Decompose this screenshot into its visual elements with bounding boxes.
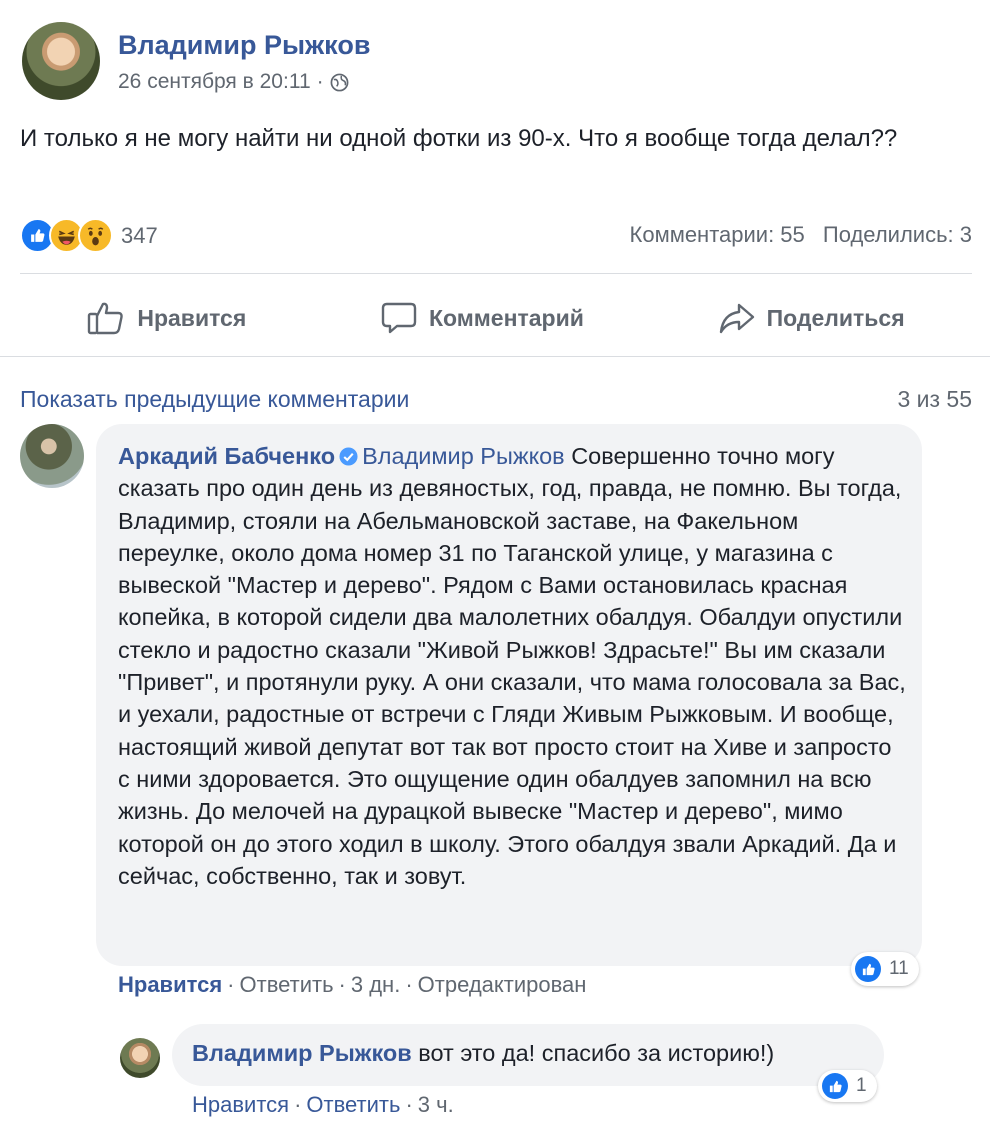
- verified-badge-icon: [339, 447, 358, 466]
- globe-icon[interactable]: [330, 73, 349, 92]
- post-action-bar: Нравится Комментарий Поделиться: [20, 294, 972, 342]
- divider: [20, 273, 972, 274]
- section-divider: [0, 356, 990, 357]
- comment-body: Аркадий Бабченко Владимир Рыжков Совершен…: [118, 440, 908, 892]
- reply-actions: Нравится · Ответить · 3 ч.: [192, 1092, 454, 1117]
- author-avatar[interactable]: [22, 22, 100, 100]
- reply-body: Владимир Рыжков вот это да! спасибо за и…: [192, 1040, 774, 1067]
- reply-like-count: 1: [856, 1075, 867, 1096]
- like-button[interactable]: Нравится: [87, 300, 246, 336]
- comment-button-label: Комментарий: [428, 304, 584, 331]
- wow-icon: [78, 218, 113, 253]
- comment-reaction-count[interactable]: 11: [851, 952, 919, 986]
- comment-button[interactable]: Комментарий: [381, 301, 584, 335]
- share-button-label: Поделиться: [766, 304, 905, 331]
- comment-like-count: 11: [889, 958, 909, 979]
- like-icon: [855, 956, 881, 982]
- share-button[interactable]: Поделиться: [719, 302, 905, 334]
- post-author-name[interactable]: Владимир Рыжков: [118, 30, 370, 61]
- speech-bubble-icon: [381, 302, 417, 334]
- post-counts: Комментарии: 55 Поделились: 3: [630, 222, 972, 248]
- reply-age[interactable]: 3 ч.: [418, 1092, 454, 1117]
- post-timestamp[interactable]: 26 сентября в 20:11: [118, 70, 311, 94]
- reactions-summary[interactable]: 347: [20, 218, 158, 253]
- comment-text: Совершенно точно могу сказать про один д…: [118, 443, 906, 889]
- reply-reply-button[interactable]: Ответить: [306, 1092, 400, 1117]
- like-icon: [822, 1073, 848, 1099]
- mention-tag[interactable]: Владимир Рыжков: [362, 443, 565, 469]
- comment-age[interactable]: 3 дн.: [351, 972, 400, 997]
- reply-reaction-count[interactable]: 1: [818, 1070, 877, 1102]
- share-arrow-icon: [719, 303, 754, 334]
- comments-range: 3 из 55: [897, 386, 972, 412]
- comment-like-button[interactable]: Нравится: [118, 972, 222, 997]
- comment-reply-button[interactable]: Ответить: [240, 972, 334, 997]
- commenter-name[interactable]: Аркадий Бабченко: [118, 443, 335, 469]
- like-button-label: Нравится: [137, 304, 247, 331]
- reply-text: вот это да! спасибо за историю!): [418, 1040, 775, 1066]
- commenter-avatar[interactable]: [20, 424, 84, 488]
- post-text: И только я не могу найти ни одной фотки …: [20, 125, 898, 152]
- show-previous-comments-link[interactable]: Показать предыдущие комментарии: [20, 386, 409, 413]
- reply-author-name[interactable]: Владимир Рыжков: [192, 1040, 412, 1066]
- meta-separator: ·: [316, 70, 324, 93]
- comment-actions: Нравится · Ответить · 3 дн. · Отредактирован: [118, 972, 587, 997]
- reply-like-button[interactable]: Нравится: [192, 1092, 289, 1117]
- thumbs-up-icon: [88, 302, 124, 335]
- comment-edited-label[interactable]: Отредактирован: [418, 972, 587, 997]
- shares-count[interactable]: Поделились: 3: [823, 222, 972, 247]
- reply-avatar[interactable]: [120, 1038, 160, 1078]
- post-meta: 26 сентября в 20:11 ·: [118, 70, 349, 94]
- comments-count[interactable]: Комментарии: 55: [630, 222, 805, 247]
- reaction-count[interactable]: 347: [121, 223, 158, 249]
